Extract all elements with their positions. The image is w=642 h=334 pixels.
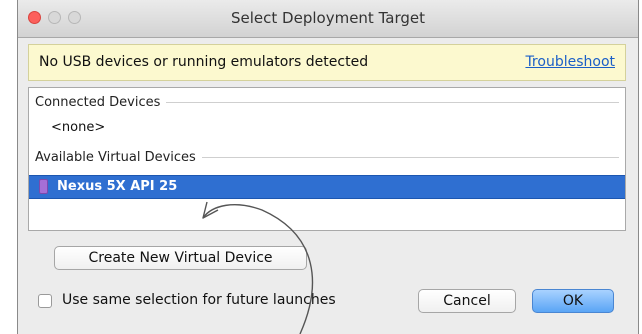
- window-title: Select Deployment Target: [231, 9, 425, 27]
- deployment-target-dialog: Select Deployment Target No USB devices …: [17, 0, 639, 334]
- connected-devices-header: Connected Devices: [35, 92, 619, 112]
- section-divider: [201, 156, 619, 158]
- banner-message: No USB devices or running emulators dete…: [39, 54, 369, 70]
- create-virtual-device-button[interactable]: Create New Virtual Device: [54, 246, 307, 270]
- ok-button[interactable]: OK: [532, 289, 614, 313]
- warning-banner: No USB devices or running emulators dete…: [28, 44, 626, 81]
- device-list: Connected Devices <none> Available Virtu…: [28, 87, 626, 231]
- same-selection-checkbox[interactable]: [38, 294, 52, 308]
- device-row-nexus-5x[interactable]: Nexus 5X API 25: [29, 175, 625, 199]
- device-label: Nexus 5X API 25: [57, 179, 178, 194]
- cancel-button[interactable]: Cancel: [418, 289, 516, 313]
- same-selection-label: Use same selection for future launches: [62, 292, 336, 308]
- list-item-none: <none>: [51, 120, 106, 135]
- troubleshoot-link[interactable]: Troubleshoot: [525, 54, 615, 70]
- phone-icon: [39, 179, 48, 194]
- connected-devices-label: Connected Devices: [35, 94, 161, 110]
- section-divider: [166, 101, 619, 103]
- available-devices-label: Available Virtual Devices: [35, 149, 196, 165]
- title-bar: Select Deployment Target: [18, 0, 638, 38]
- available-devices-header: Available Virtual Devices: [35, 147, 619, 167]
